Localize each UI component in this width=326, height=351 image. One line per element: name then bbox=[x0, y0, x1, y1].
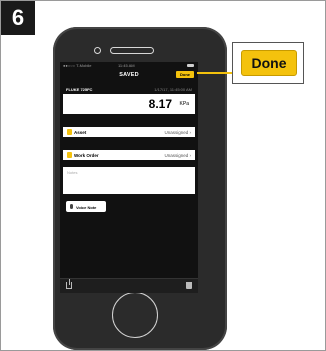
carrier-label: ●●○○○ T-Mobile bbox=[63, 63, 92, 68]
voice-note-label: Voice Note bbox=[76, 204, 97, 210]
trash-icon[interactable] bbox=[186, 282, 192, 289]
device-name: FLUKE 725FC bbox=[66, 87, 93, 92]
battery-icon bbox=[187, 64, 194, 67]
lock-icon bbox=[67, 152, 72, 158]
reading-value: 8.17 bbox=[148, 97, 172, 111]
asset-row[interactable]: Asset Unassigned › bbox=[63, 127, 195, 137]
lock-icon bbox=[67, 129, 72, 135]
work-order-value: Unassigned › bbox=[164, 153, 191, 158]
status-time: 11:45 AM bbox=[118, 63, 135, 68]
work-order-label: Work Order bbox=[74, 153, 99, 158]
reading-card: 8.17 KPa bbox=[63, 94, 195, 114]
done-button[interactable]: Done bbox=[176, 71, 194, 78]
reading-unit: KPa bbox=[179, 101, 189, 107]
work-order-row[interactable]: Work Order Unassigned › bbox=[63, 150, 195, 160]
status-bar: ●●○○○ T-Mobile 11:45 AM bbox=[60, 62, 198, 69]
notes-placeholder: Notes bbox=[67, 170, 78, 175]
asset-label: Asset bbox=[74, 130, 87, 135]
reading-timestamp: 1/17/17, 11:45:00 AM bbox=[154, 87, 192, 92]
home-button[interactable] bbox=[112, 292, 158, 338]
microphone-icon bbox=[70, 204, 73, 209]
voice-note-button[interactable]: Voice Note bbox=[66, 201, 106, 212]
speaker-grill bbox=[110, 47, 154, 54]
camera-icon bbox=[94, 47, 101, 54]
reading-header: FLUKE 725FC 1/17/17, 11:45:00 AM bbox=[60, 84, 198, 94]
notes-field[interactable]: Notes bbox=[63, 167, 195, 194]
share-icon[interactable] bbox=[66, 279, 72, 289]
asset-value: Unassigned › bbox=[164, 130, 191, 135]
step-number-badge: 6 bbox=[1, 1, 35, 35]
callout-connector bbox=[197, 72, 232, 74]
done-callout: Done bbox=[232, 42, 304, 84]
phone-screen: ●●○○○ T-Mobile 11:45 AM SAVED Done FLUKE… bbox=[60, 62, 198, 293]
nav-bar: SAVED Done bbox=[60, 69, 198, 81]
bottom-toolbar bbox=[60, 278, 198, 293]
callout-done-button: Done bbox=[241, 50, 297, 76]
